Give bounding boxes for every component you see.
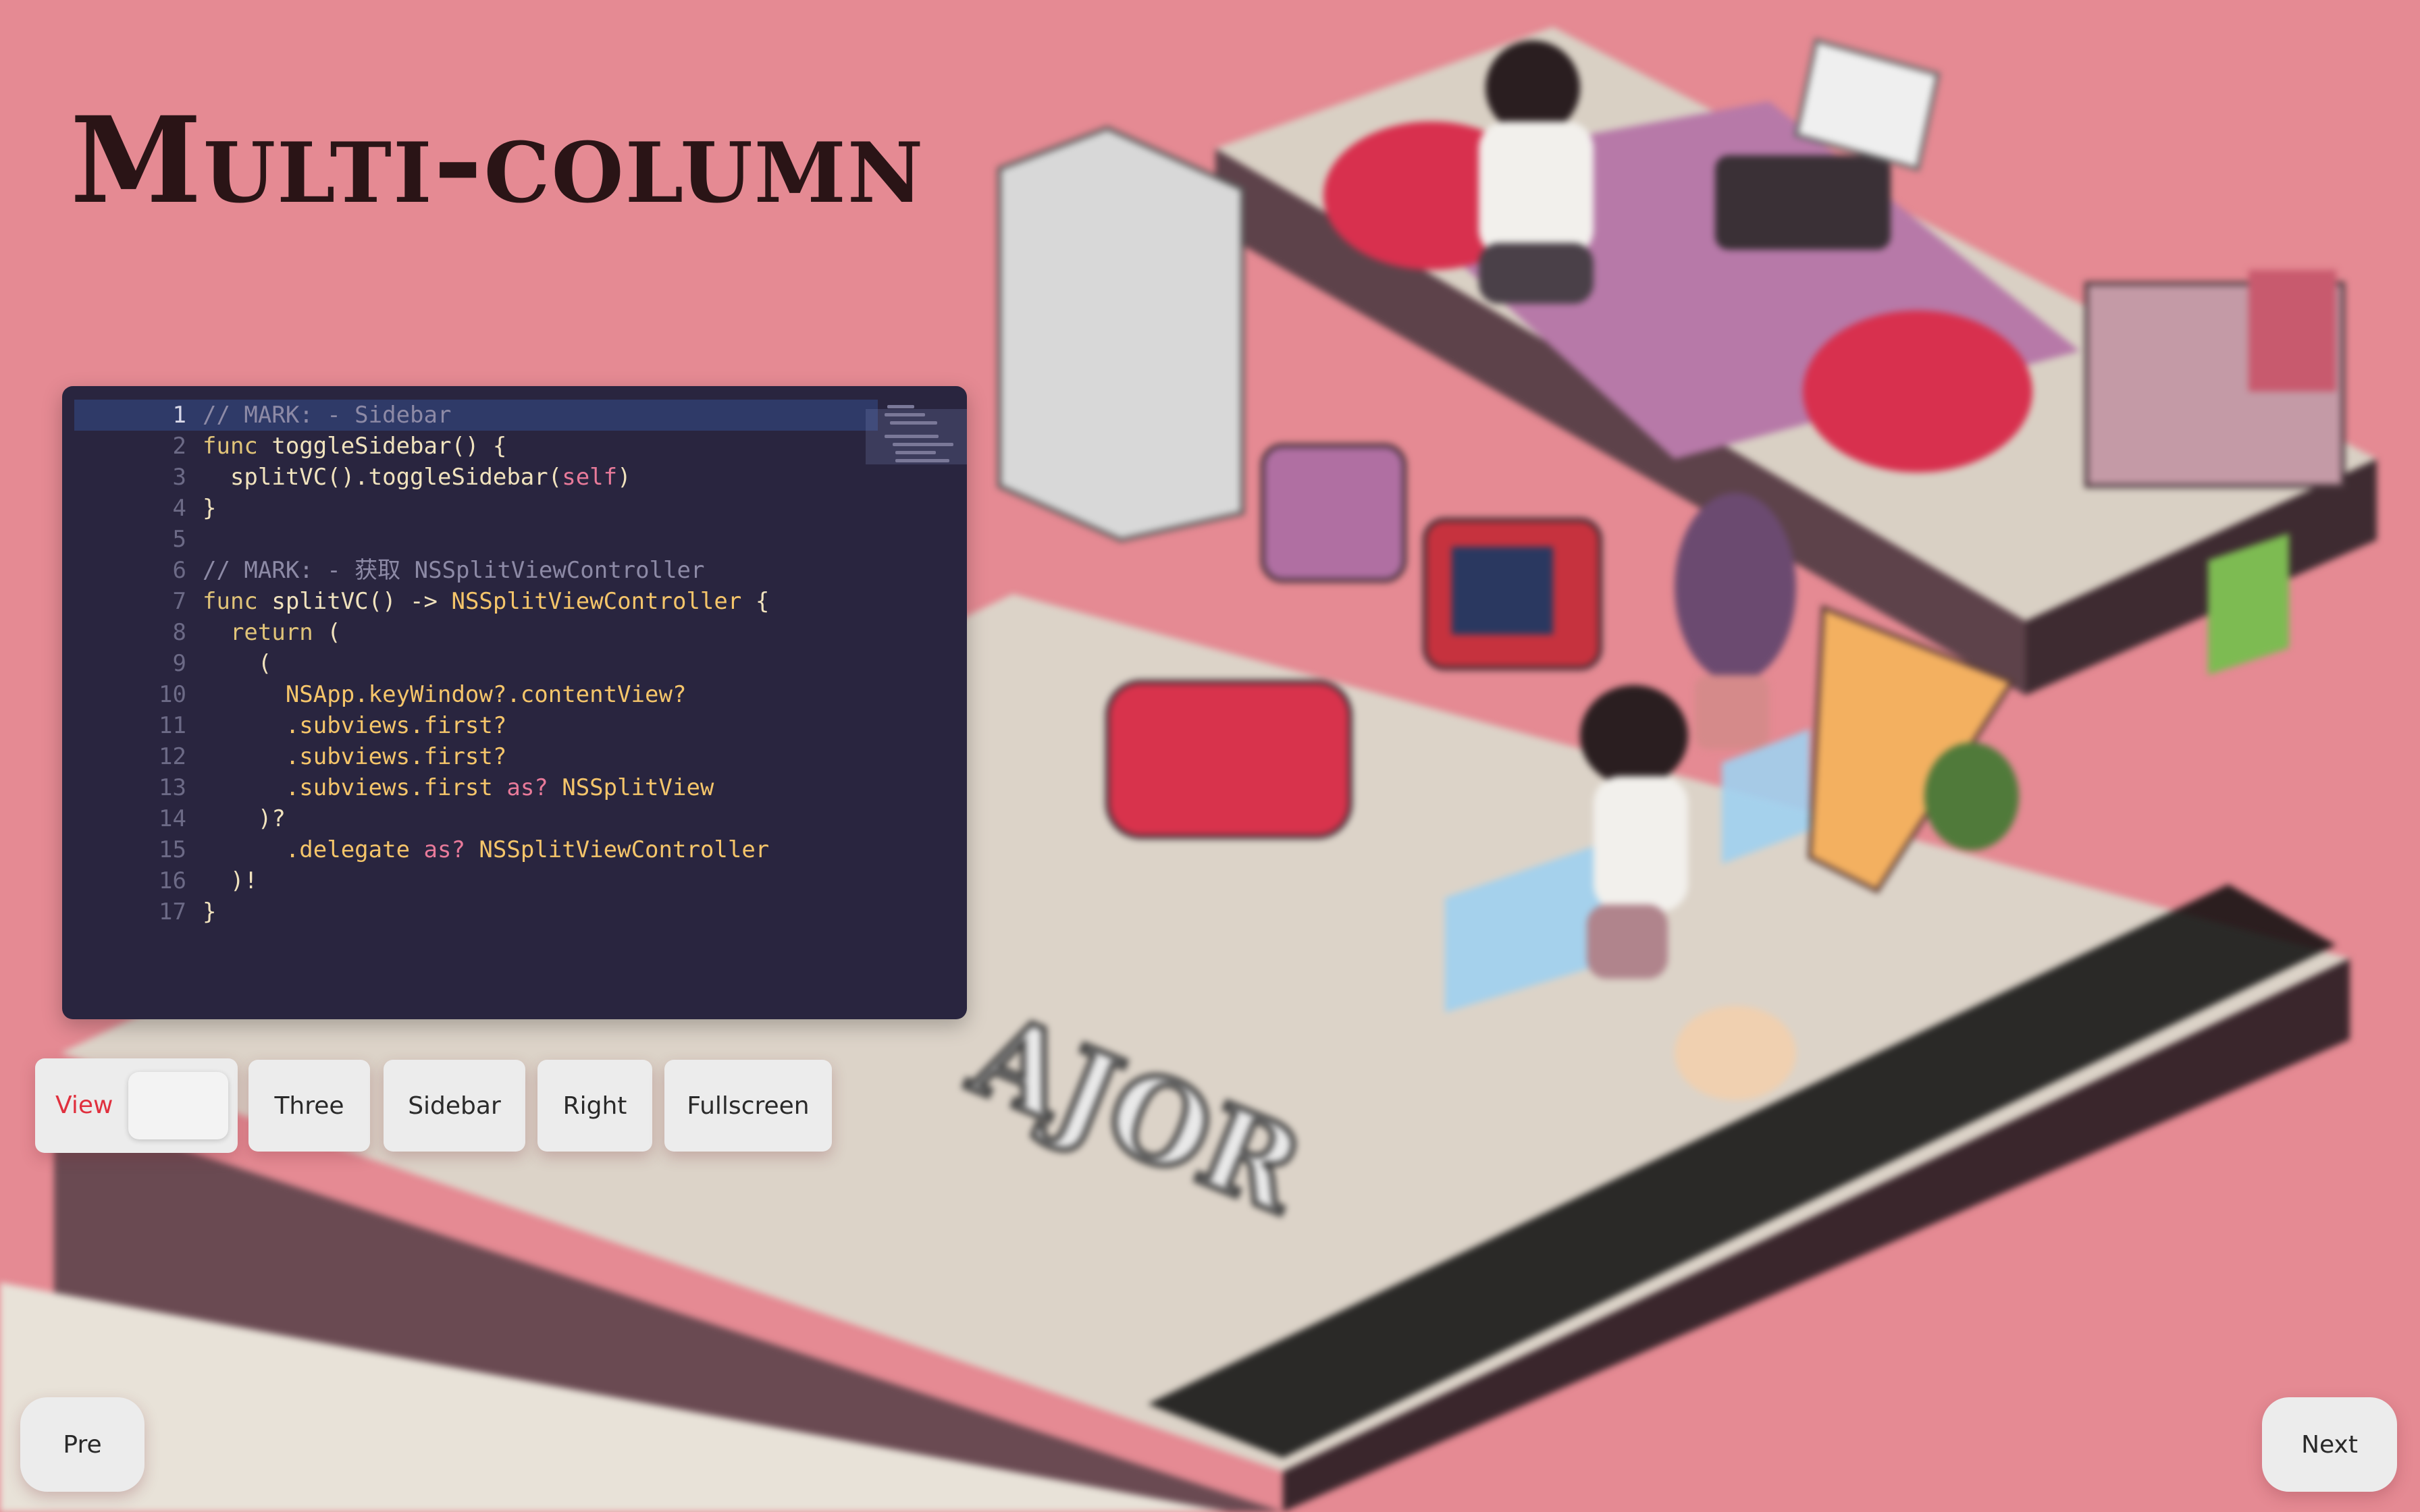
- code-token: return: [203, 619, 313, 646]
- code-line[interactable]: 2 func toggleSidebar() {: [74, 431, 878, 462]
- character-legs: [1479, 243, 1594, 304]
- minimap-line: [890, 421, 937, 425]
- code-line[interactable]: 8 return (: [74, 617, 878, 648]
- code-line[interactable]: 1 // MARK: - Sidebar: [74, 400, 878, 431]
- view-toggle-label: View: [55, 1091, 113, 1119]
- code-line[interactable]: 5: [74, 524, 878, 555]
- view-toggle[interactable]: View: [35, 1058, 238, 1153]
- code-minimap[interactable]: [866, 400, 967, 474]
- code-token: splitVC() ->: [271, 588, 452, 615]
- code-token: )?: [203, 805, 286, 832]
- code-token: .subviews.first?: [203, 743, 507, 770]
- standing-character-body: [1594, 776, 1688, 911]
- code-token: func: [203, 588, 272, 615]
- line-number: 11: [159, 712, 186, 739]
- minimap-line: [885, 435, 939, 438]
- code-token: NSApp.keyWindow?.contentView?: [203, 681, 687, 708]
- page-title: Multi-column: [70, 90, 925, 230]
- code-token: NSSplitViewController: [451, 588, 742, 615]
- code-token: .delegate: [203, 836, 424, 863]
- sidebar-button[interactable]: Sidebar: [384, 1060, 525, 1152]
- code-line[interactable]: 9 (: [74, 648, 878, 679]
- minimap-line: [887, 405, 914, 408]
- code-token: .subviews.first: [203, 774, 507, 801]
- code-token: toggleSidebar() {: [271, 433, 507, 460]
- code-token: as?: [423, 836, 465, 863]
- previous-button[interactable]: Pre: [20, 1397, 144, 1492]
- line-number: 6: [172, 557, 186, 584]
- line-number: 7: [172, 588, 186, 615]
- code-line[interactable]: 3 splitVC().toggleSidebar(self): [74, 462, 878, 493]
- standing-character-head: [1580, 685, 1688, 786]
- plant-leaves: [1675, 493, 1796, 682]
- minimap-line: [895, 459, 949, 462]
- standing-character-legs: [1587, 905, 1668, 979]
- code-line[interactable]: 13 .subviews.first as? NSSplitView: [74, 772, 878, 803]
- code-token: as?: [506, 774, 548, 801]
- line-number: 17: [159, 898, 186, 925]
- plant-pot: [1695, 675, 1769, 749]
- code-line[interactable]: 6 // MARK: - 获取 NSSplitViewController: [74, 555, 878, 586]
- minimap-line: [885, 413, 925, 416]
- line-number: 15: [159, 836, 186, 863]
- line-number: 12: [159, 743, 186, 770]
- minimap-line: [895, 451, 936, 454]
- minimap-line: [893, 443, 953, 446]
- code-token: }: [203, 898, 217, 925]
- small-plant: [1924, 742, 2019, 850]
- code-token: .subviews.first?: [203, 712, 507, 739]
- stack-of-books: [2248, 270, 2336, 392]
- line-number: 5: [172, 526, 186, 553]
- next-button[interactable]: Next: [2262, 1397, 2397, 1492]
- line-number: 13: [159, 774, 186, 801]
- code-token: (: [313, 619, 341, 646]
- line-number: 3: [172, 464, 186, 491]
- code-token: splitVC().toggleSidebar(: [203, 464, 562, 491]
- code-line[interactable]: 4}: [74, 493, 878, 524]
- character-body: [1479, 122, 1594, 256]
- line-number: 14: [159, 805, 186, 832]
- code-token: NSSplitView: [548, 774, 714, 801]
- code-line[interactable]: 16 )!: [74, 865, 878, 896]
- line-number: 1: [172, 402, 186, 429]
- code-token: ): [617, 464, 631, 491]
- code-editor[interactable]: 1 // MARK: - Sidebar 2 func toggleSidebar()…: [62, 386, 967, 1019]
- armchair: [1105, 680, 1352, 839]
- code-token: // MARK: - 获取 NSSplitViewController: [203, 557, 705, 584]
- code-token: NSSplitViewController: [465, 836, 770, 863]
- three-column-button[interactable]: Three: [248, 1060, 370, 1152]
- red-tv-screen: [1452, 547, 1553, 634]
- code-token: self: [562, 464, 618, 491]
- bed-pillow-2: [1803, 310, 2032, 473]
- code-line[interactable]: 7 func splitVC() -> NSSplitViewController…: [74, 586, 878, 617]
- record-player: [1715, 155, 1891, 250]
- line-number: 16: [159, 867, 186, 894]
- cat: [1675, 1006, 1796, 1100]
- line-number: 9: [172, 650, 186, 677]
- line-number: 2: [172, 433, 186, 460]
- code-token: {: [741, 588, 770, 615]
- line-number: 10: [159, 681, 186, 708]
- code-lines: 1 // MARK: - Sidebar 2 func toggleSidebar()…: [74, 400, 878, 927]
- code-token: func: [203, 433, 272, 460]
- code-line[interactable]: 11 .subviews.first?: [74, 710, 878, 741]
- right-button[interactable]: Right: [537, 1060, 652, 1152]
- code-line[interactable]: 14 )?: [74, 803, 878, 834]
- code-line[interactable]: 15 .delegate as? NSSplitViewController: [74, 834, 878, 865]
- code-line[interactable]: 17}: [74, 896, 878, 927]
- character-head: [1485, 40, 1580, 135]
- line-number: 4: [172, 495, 186, 522]
- code-line[interactable]: 10 NSApp.keyWindow?.contentView?: [74, 679, 878, 710]
- purple-tv: [1261, 443, 1406, 583]
- code-token: // MARK: - Sidebar: [203, 402, 452, 429]
- code-token: (: [203, 650, 272, 677]
- line-number: 8: [172, 619, 186, 646]
- fridge: [997, 126, 1244, 543]
- code-line[interactable]: 12 .subviews.first?: [74, 741, 878, 772]
- code-token: )!: [203, 867, 258, 894]
- view-toggle-knob[interactable]: [128, 1072, 228, 1139]
- fullscreen-button[interactable]: Fullscreen: [664, 1060, 832, 1152]
- code-token: }: [203, 495, 217, 522]
